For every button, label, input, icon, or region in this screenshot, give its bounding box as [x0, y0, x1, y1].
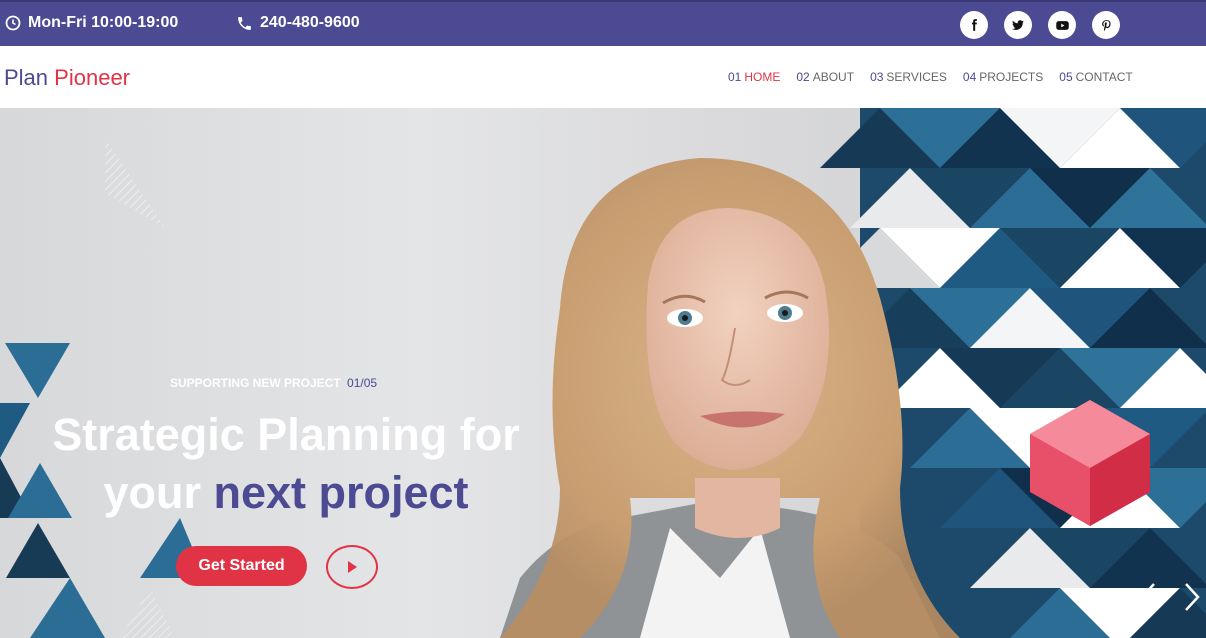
main-navbar: Plan Pioneer 01 HOME 02 ABOUT 03 SERVICE…: [0, 46, 1206, 108]
nav-number: 03: [870, 70, 884, 84]
hero-headline: Strategic Planning for your next project: [46, 406, 526, 522]
nav-number: 02: [796, 70, 810, 84]
nav-number: 01: [728, 70, 742, 84]
nav-home[interactable]: 01 HOME: [728, 70, 780, 84]
facebook-icon: [971, 19, 977, 31]
play-video-button[interactable]: [326, 545, 378, 589]
slider-prev-button[interactable]: [1138, 582, 1158, 617]
nav-number: 04: [962, 70, 977, 84]
main-menu: 01 HOME 02 ABOUT 03 SERVICES 04 PROJECTS…: [728, 70, 1149, 84]
headline-white-word: your: [103, 467, 201, 518]
nav-label: CONTACT: [1075, 70, 1133, 84]
chevron-left-icon: [1140, 583, 1155, 611]
nav-label: HOME: [744, 70, 781, 84]
nav-about[interactable]: 02 ABOUT: [796, 70, 854, 84]
brand-logo[interactable]: Plan Pioneer: [4, 65, 130, 91]
pinterest-icon: [1101, 19, 1111, 31]
facebook-link[interactable]: [960, 11, 988, 39]
nav-services[interactable]: 03 SERVICES: [870, 70, 947, 84]
business-hours: Mon-Fri 10:00-19:00: [5, 14, 178, 32]
logo-part-pioneer: Pioneer: [54, 65, 131, 90]
hours-text: Mon-Fri 10:00-19:00: [28, 14, 179, 31]
phone-number[interactable]: 240-480-9600: [236, 14, 360, 32]
top-bar: Mon-Fri 10:00-19:00 240-480-9600: [0, 0, 1206, 46]
play-icon: [348, 561, 357, 573]
headline-accent: next project: [213, 467, 469, 518]
slider-next-button[interactable]: [1182, 582, 1202, 617]
nav-label: ABOUT: [812, 70, 855, 84]
phone-icon: [238, 16, 251, 30]
hero-slider: SUPPORTING NEW PROJECT 01/05 Strategic P…: [0, 108, 1206, 638]
slide-counter: 01/05: [347, 376, 378, 390]
nav-contact[interactable]: 05 CONTACT: [1059, 70, 1132, 84]
chevron-right-icon: [1185, 583, 1200, 611]
clock-icon: [5, 15, 21, 31]
nav-label: PROJECTS: [979, 70, 1044, 84]
headline-line-1: Strategic Planning for: [52, 409, 520, 460]
twitter-icon: [1012, 20, 1024, 30]
nav-number: 05: [1059, 70, 1073, 84]
youtube-link[interactable]: [1048, 11, 1076, 39]
pinterest-link[interactable]: [1092, 11, 1120, 39]
youtube-icon: [1055, 20, 1069, 30]
twitter-link[interactable]: [1004, 11, 1032, 39]
get-started-button[interactable]: Get Started: [176, 546, 307, 586]
nav-projects[interactable]: 04 PROJECTS: [963, 70, 1043, 84]
phone-text: 240-480-9600: [260, 14, 360, 31]
slide-tagline: SUPPORTING NEW PROJECT 01/05: [170, 376, 377, 390]
social-links: [960, 11, 1136, 39]
slide-tag-text: SUPPORTING NEW PROJECT: [170, 376, 341, 390]
logo-part-plan: Plan: [4, 65, 49, 90]
nav-label: SERVICES: [886, 70, 947, 84]
